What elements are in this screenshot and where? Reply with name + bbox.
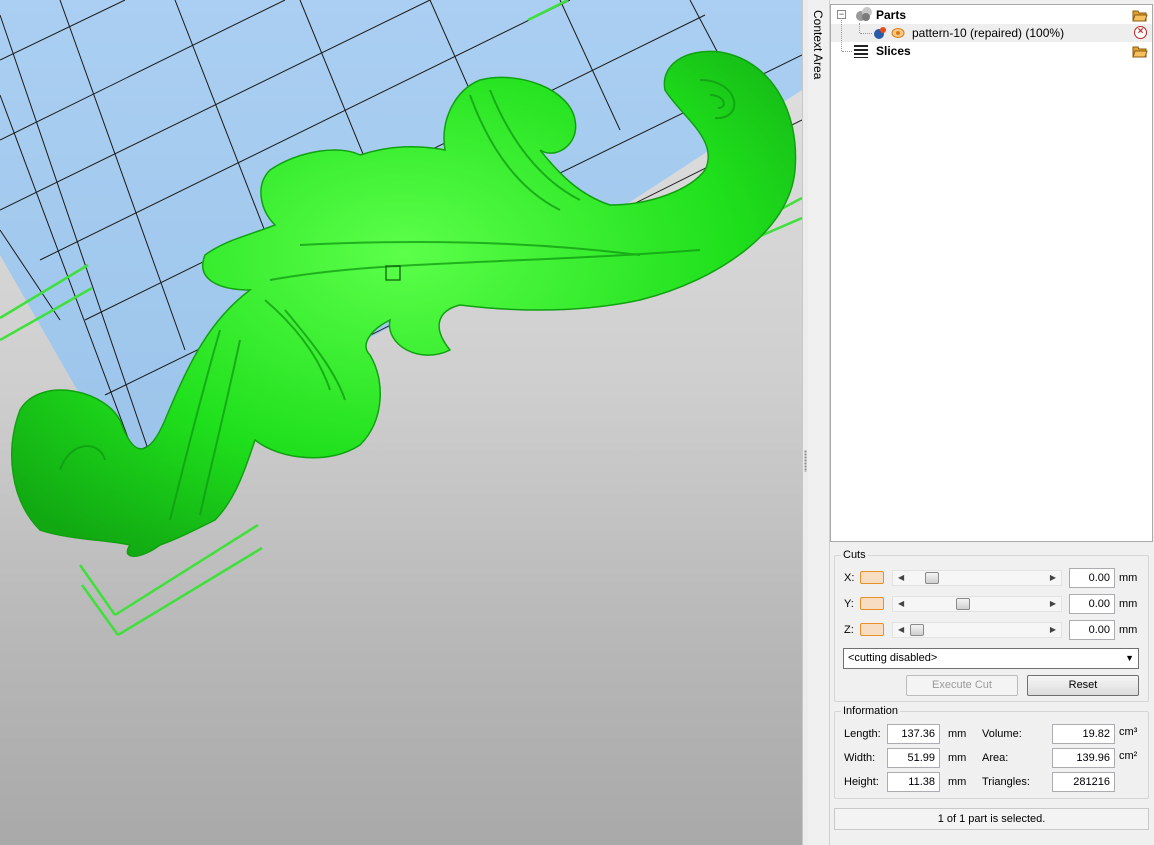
height-value: 11.38: [887, 772, 940, 792]
cut-z-toggle[interactable]: [860, 623, 884, 636]
cut-z-label: Z:: [844, 624, 854, 636]
cut-x-slider[interactable]: ◀ ▶: [892, 570, 1062, 586]
scene-canvas: [0, 0, 802, 637]
cut-x-value[interactable]: 0.00: [1069, 568, 1115, 588]
slider-right-arrow-icon[interactable]: ▶: [1050, 599, 1056, 608]
slices-icon: [854, 45, 868, 58]
tree-node-parts[interactable]: − Parts: [831, 6, 1152, 24]
length-unit: mm: [948, 728, 967, 740]
area-unit: cm²: [1119, 750, 1138, 762]
slider-left-arrow-icon[interactable]: ◀: [898, 625, 904, 634]
cut-z-thumb[interactable]: [910, 624, 924, 636]
execute-cut-button[interactable]: Execute Cut: [906, 675, 1018, 696]
tree-item-part[interactable]: pattern-10 (repaired) (100%) ×: [831, 24, 1152, 42]
slider-left-arrow-icon[interactable]: ◀: [898, 573, 904, 582]
slider-right-arrow-icon[interactable]: ▶: [1050, 573, 1056, 582]
area-value: 139.96: [1052, 748, 1115, 768]
cut-z-slider[interactable]: ◀ ▶: [892, 622, 1062, 638]
cut-x-toggle[interactable]: [860, 571, 884, 584]
cut-mode-value: <cutting disabled>: [848, 652, 938, 664]
tree-connector: [841, 18, 842, 51]
length-label: Length:: [844, 728, 881, 740]
width-label: Width:: [844, 752, 876, 764]
cuts-title: Cuts: [841, 549, 868, 561]
volume-value: 19.82: [1052, 724, 1115, 744]
chevron-down-icon[interactable]: ▼: [1125, 653, 1134, 663]
slider-right-arrow-icon[interactable]: ▶: [1050, 625, 1056, 634]
cut-y-thumb[interactable]: [956, 598, 970, 610]
cut-y-unit: mm: [1119, 598, 1138, 610]
cut-x-label: X:: [844, 572, 855, 584]
cut-y-label: Y:: [844, 598, 854, 610]
bottom-edge: [830, 836, 1154, 845]
tree-connector: [842, 51, 852, 52]
volume-label: Volume:: [982, 728, 1022, 740]
part-name: pattern-10 (repaired) (100%): [912, 26, 1065, 40]
tree-connector: [859, 23, 860, 33]
triangles-label: Triangles:: [982, 776, 1030, 788]
triangles-value: 281216: [1052, 772, 1115, 792]
3d-viewport[interactable]: [0, 0, 802, 845]
height-label: Height:: [844, 776, 879, 788]
mesh-icon: [874, 27, 886, 39]
length-value: 137.36: [887, 724, 940, 744]
tree-connector: [860, 33, 872, 34]
cut-mode-select[interactable]: <cutting disabled> ▼: [843, 648, 1139, 669]
parts-icon: [856, 7, 872, 21]
tree-node-slices[interactable]: Slices: [831, 42, 1152, 60]
parts-tree[interactable]: − Parts pattern-10 (repaired) (100%) × S…: [830, 4, 1153, 542]
cut-x-thumb[interactable]: [925, 572, 939, 584]
slider-left-arrow-icon[interactable]: ◀: [898, 599, 904, 608]
open-folder-icon[interactable]: [1132, 8, 1148, 22]
splitter-grip[interactable]: [804, 450, 807, 472]
cut-x-unit: mm: [1119, 572, 1138, 584]
height-unit: mm: [948, 776, 967, 788]
cut-z-value[interactable]: 0.00: [1069, 620, 1115, 640]
volume-unit: cm³: [1119, 726, 1138, 738]
remove-part-icon[interactable]: ×: [1134, 26, 1147, 39]
information-title: Information: [841, 705, 901, 717]
parts-label: Parts: [876, 8, 907, 22]
slices-label: Slices: [876, 44, 911, 58]
width-value: 51.99: [887, 748, 940, 768]
cut-y-slider[interactable]: ◀ ▶: [892, 596, 1062, 612]
cut-z-unit: mm: [1119, 624, 1138, 636]
cut-y-value[interactable]: 0.00: [1069, 594, 1115, 614]
open-folder-icon[interactable]: [1132, 44, 1148, 58]
cut-y-toggle[interactable]: [860, 597, 884, 610]
context-area-tab[interactable]: Context Area: [808, 0, 830, 845]
area-label: Area:: [982, 752, 1009, 764]
context-area-label: Context Area: [811, 10, 825, 80]
selection-status: 1 of 1 part is selected.: [834, 808, 1149, 830]
visibility-eye-icon[interactable]: [891, 27, 905, 39]
width-unit: mm: [948, 752, 967, 764]
reset-button[interactable]: Reset: [1027, 675, 1139, 696]
